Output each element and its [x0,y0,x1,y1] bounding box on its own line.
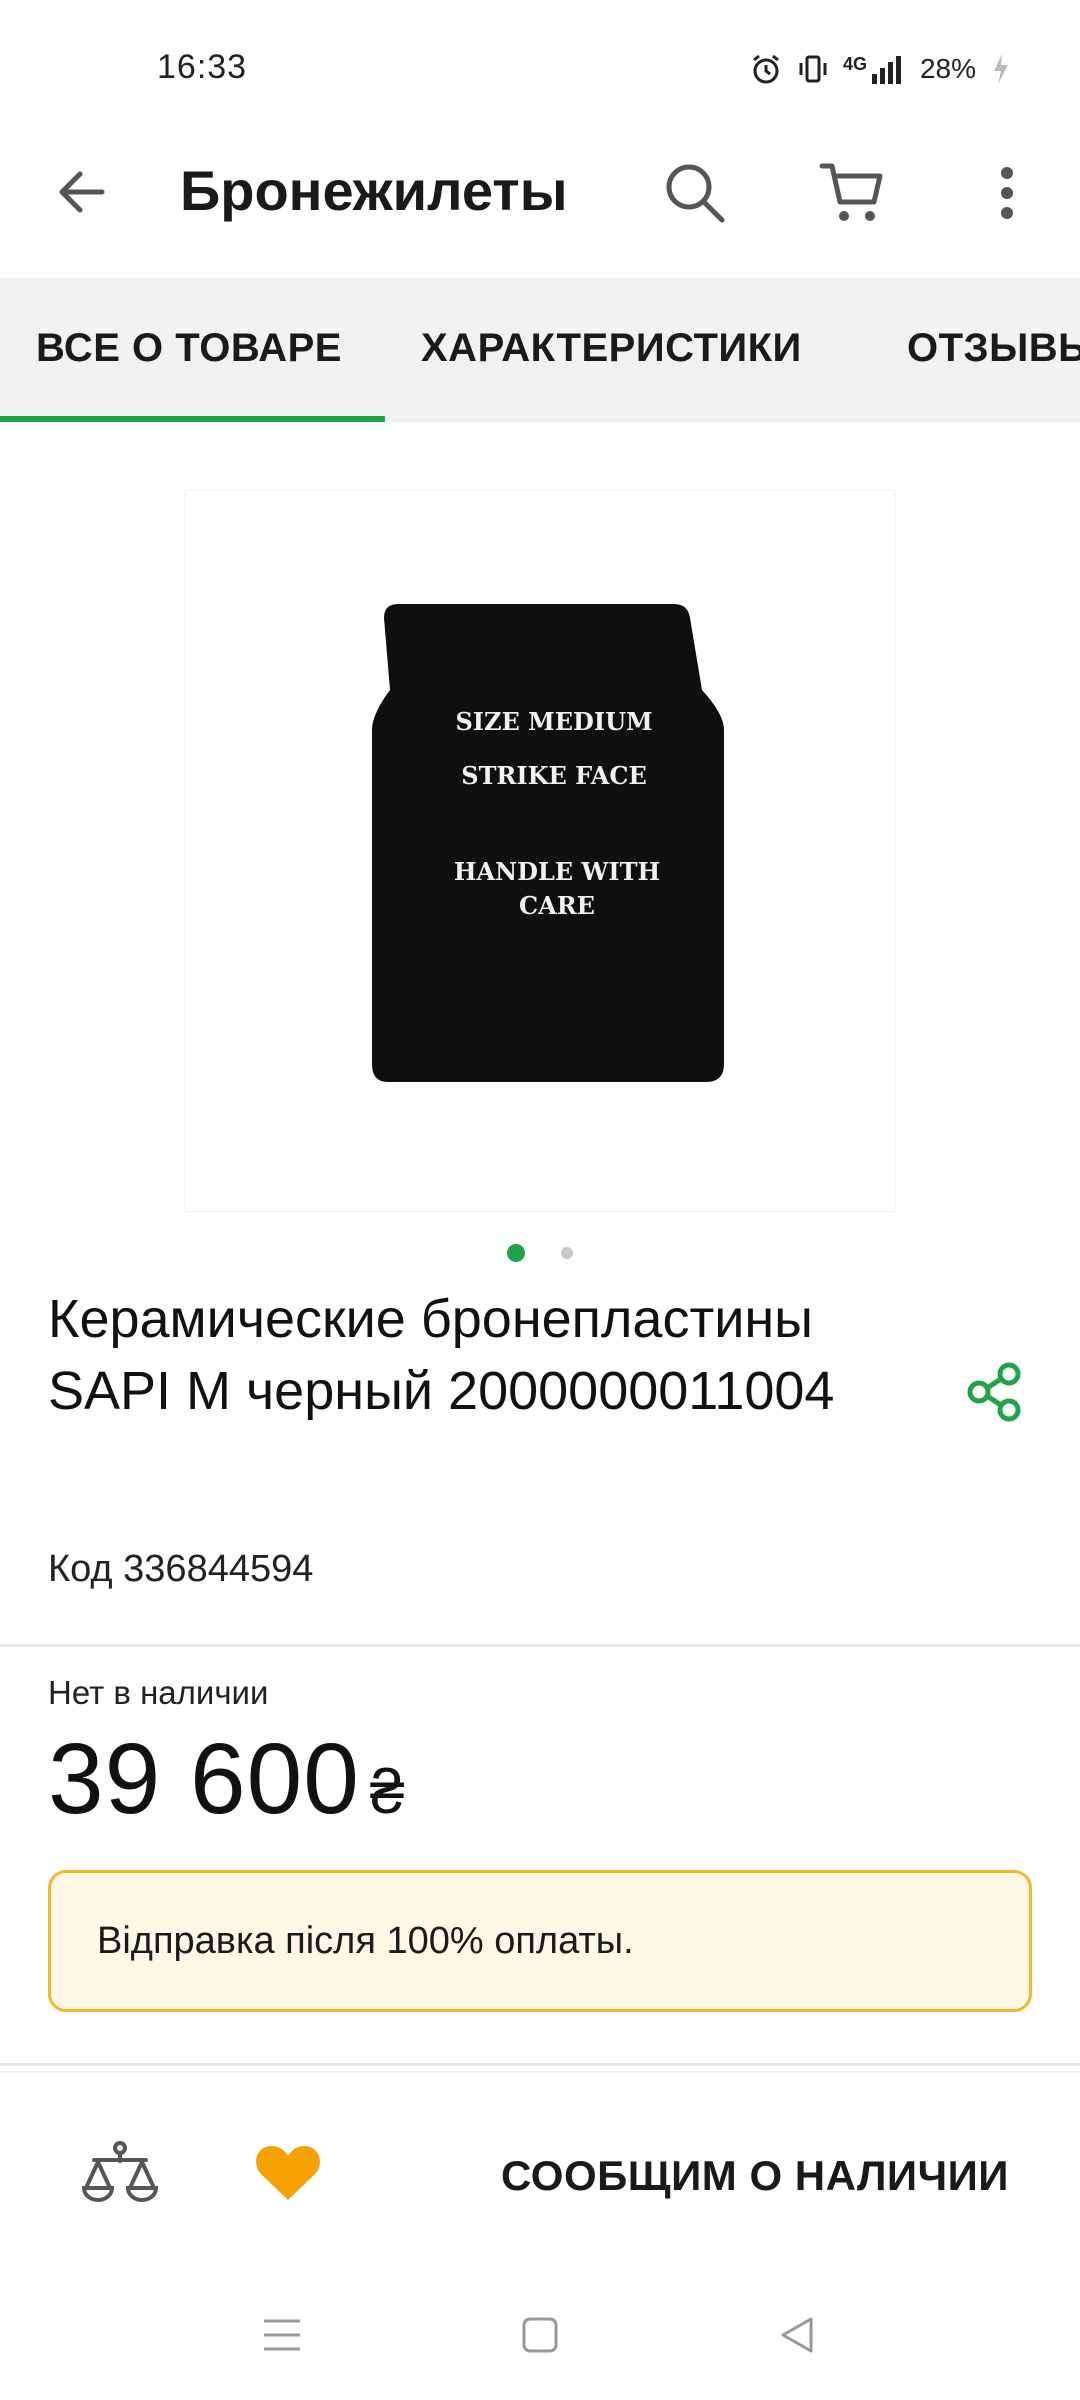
home-button[interactable] [495,2290,585,2380]
page-title: Бронежилеты [180,159,568,222]
shipping-notice-text: Відправка після 100% оплаты. [97,1919,634,1962]
vibrate-icon [797,53,829,85]
active-tab-indicator [0,416,385,422]
price: 39 600 ₴ [48,1722,404,1837]
divider [0,2071,1080,2073]
more-button[interactable] [962,148,1052,238]
search-button[interactable] [650,148,740,238]
status-time: 16:33 [157,48,248,86]
tab-characteristics[interactable]: ХАРАКТЕРИСТИКИ [421,326,802,371]
tab-bar: ВСЕ О ТОВАРЕ ХАРАКТЕРИСТИКИ ОТЗЫВЫ [0,278,1080,422]
product-code: Код 336844594 [48,1548,314,1590]
divider [0,1644,1080,1647]
status-icons: 4G 28% [749,52,1010,86]
share-button[interactable] [955,1352,1035,1432]
compare-scales-icon [81,2141,159,2202]
back-arrow-icon [59,171,105,213]
battery-percent: 28% [919,53,976,84]
pagination-dot-active[interactable] [507,1244,525,1262]
tab-all-about-product[interactable]: ВСЕ О ТОВАРЕ [36,326,342,371]
back-nav-button[interactable] [752,2290,842,2380]
favorite-button[interactable] [238,2122,338,2222]
image-frame [184,490,896,1212]
product-image[interactable]: SIZE MEDIUM STRIKE FACE HANDLE WITH CARE [184,490,896,1212]
home-square-icon [522,2317,558,2353]
signal-icon: 4G [843,54,906,84]
cart-button[interactable] [808,148,898,238]
cart-icon [819,163,883,221]
status-bar: 16:33 4G 28% [0,0,1080,140]
recent-apps-button[interactable] [237,2290,327,2380]
gallery-pagination [0,1244,1080,1262]
shipping-notice: Відправка після 100% оплаты. [48,1870,1032,2012]
search-icon [666,164,725,223]
compare-button[interactable] [70,2125,170,2225]
back-triangle-icon [781,2317,813,2353]
more-vert-icon [1001,167,1013,219]
price-currency: ₴ [369,1758,405,1827]
tab-reviews[interactable]: ОТЗЫВЫ [907,326,1080,371]
battery-charging-icon [990,52,1010,86]
favorite-heart-icon [256,2146,320,2200]
notify-availability-button[interactable]: СООБЩИМ О НАЛИЧИИ [460,2130,1050,2222]
pagination-dot[interactable] [561,1247,573,1259]
product-title: Керамические бронепластины SAPI M черный… [48,1289,835,1421]
menu-lines-icon [264,2319,300,2351]
price-value: 39 600 [48,1723,360,1835]
availability-status: Нет в наличии [48,1674,269,1711]
network-type: 4G [842,54,867,74]
alarm-icon [749,52,783,86]
back-button[interactable] [40,150,124,234]
share-icon [967,1362,1021,1422]
divider [0,2063,1080,2066]
